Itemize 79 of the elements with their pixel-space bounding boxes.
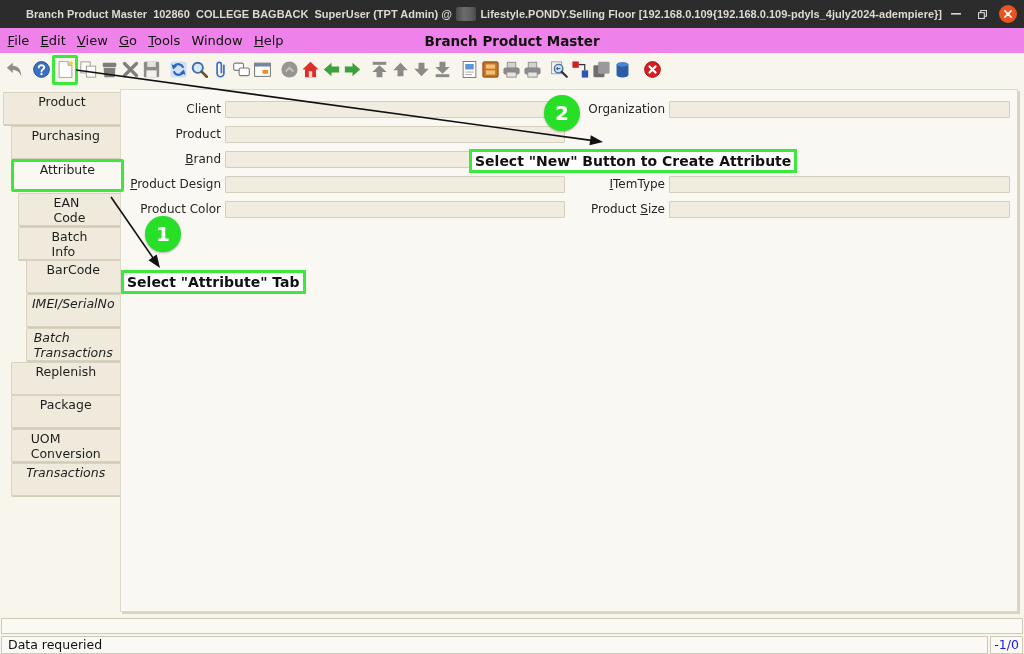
magnifier-page-icon	[551, 61, 568, 78]
menu-item[interactable]: Help	[248, 33, 290, 48]
close-icon	[644, 61, 661, 78]
tab[interactable]: Purchasing	[10, 125, 120, 159]
down-arrow-icon	[413, 61, 430, 78]
tab[interactable]: UOM Conversion	[10, 428, 120, 462]
search-icon	[191, 61, 208, 78]
window-heading: Branch Product Master	[424, 32, 600, 49]
field-label: Organization	[588, 102, 665, 117]
archive-button[interactable]	[480, 58, 501, 81]
calendar-icon	[254, 61, 271, 78]
text-field[interactable]	[225, 176, 565, 193]
field-label: Product Color	[140, 202, 221, 217]
house-icon	[302, 61, 319, 78]
menu-item[interactable]: Edit	[34, 33, 72, 48]
restore-icon	[978, 9, 987, 19]
menu-item[interactable]: Window	[185, 33, 249, 48]
text-field[interactable]	[669, 101, 1010, 118]
minimize-icon	[950, 13, 961, 15]
linked-squares-icon	[572, 61, 589, 78]
blank-page-icon	[56, 61, 74, 78]
pages-icon	[80, 61, 97, 78]
cylinder-icon	[614, 61, 631, 78]
tab[interactable]: EAN Code	[18, 193, 120, 227]
zoom-across-button[interactable]	[549, 58, 570, 81]
cross-icon	[122, 61, 139, 78]
field-label: ITemType	[609, 177, 665, 192]
tab[interactable]: Attribute	[10, 158, 124, 193]
tab[interactable]: BarCode	[25, 260, 120, 294]
field-label: Product Design	[130, 177, 221, 192]
close-button[interactable]	[996, 4, 1020, 24]
field-label: Product Size	[590, 202, 665, 217]
tab[interactable]: Batch Transactions	[25, 327, 120, 361]
help-button[interactable]	[31, 58, 52, 81]
redacted-block	[455, 7, 477, 21]
status-message: Data requeried	[1, 636, 988, 654]
menu-item[interactable]: View	[71, 33, 114, 48]
printer-icon	[503, 61, 520, 78]
tab[interactable]: Transactions	[10, 462, 120, 496]
arrow-to-top-icon	[371, 61, 388, 78]
left-arrow-icon	[323, 61, 340, 78]
up-arrow-icon	[392, 61, 409, 78]
document-icon	[461, 61, 478, 78]
instruction-tooltip: Select "New" Button to Create Attribute	[469, 149, 798, 173]
field-label: Client	[186, 102, 221, 117]
field-label: Product	[175, 127, 221, 142]
field-label: Brand	[185, 152, 221, 167]
tab[interactable]: IMEI/SerialNo	[25, 294, 120, 328]
printer-icon	[524, 61, 541, 78]
window-title: Branch Product Master 102860 COLLEGE BAGBACK SuperUser (TPT Admin) @	[26, 8, 452, 20]
tab[interactable]: Product	[3, 92, 120, 125]
overlapping-squares-icon	[593, 61, 610, 78]
menu-item[interactable]: Tools	[142, 33, 186, 48]
workflow-button[interactable]	[570, 58, 591, 81]
menu-item[interactable]: File	[2, 33, 35, 48]
report-button[interactable]	[459, 58, 480, 81]
text-field[interactable]	[225, 126, 565, 143]
close-window-button[interactable]	[642, 58, 663, 81]
curved-arrow-icon	[6, 61, 23, 78]
record-count: -1/0	[990, 636, 1023, 654]
cabinet-icon	[482, 61, 499, 78]
menu-item[interactable]: Go	[113, 33, 143, 48]
speech-bubbles-icon	[233, 61, 250, 78]
refresh-icon	[170, 61, 187, 78]
close-icon	[999, 5, 1017, 23]
text-field[interactable]	[225, 201, 565, 218]
tab[interactable]: Batch Info	[18, 226, 120, 260]
refresh-button[interactable]	[168, 58, 189, 81]
trash-icon	[101, 61, 118, 78]
right-arrow-icon	[344, 61, 361, 78]
help-icon	[33, 61, 50, 78]
window-title: Lifestyle.PONDY.Selling Floor [192.168.0.109{192.168.0.109-pdyls_4july2024-adempiere}]	[480, 8, 942, 20]
chevron-circle-icon	[281, 61, 298, 78]
arrow-to-bottom-icon	[434, 61, 451, 78]
instruction-tooltip: Select "Attribute" Tab	[121, 270, 306, 294]
tab[interactable]: Package	[10, 395, 120, 429]
tab[interactable]: Replenish	[10, 361, 120, 395]
text-field[interactable]	[669, 201, 1010, 218]
text-field[interactable]	[669, 176, 1010, 193]
